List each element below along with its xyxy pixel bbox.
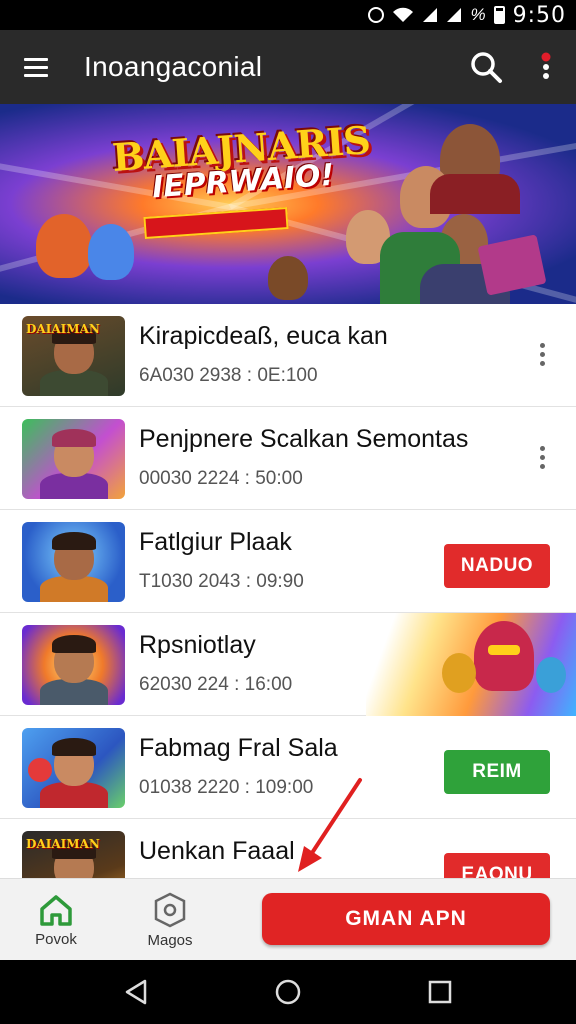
list-item[interactable]: DAIAIMAN Uenkan Faaal EAONU (0, 819, 576, 878)
search-icon (471, 52, 502, 83)
game-list: DAIAIMAN Kirapicdeaß, euca kan 6A030 293… (0, 304, 576, 878)
battery-percent: % (470, 5, 486, 24)
villain-character (474, 621, 534, 691)
status-bar: % 9:50 (0, 0, 576, 30)
banner-ribbon (143, 207, 289, 239)
game-title: Fabmag Fral Sala (139, 734, 338, 762)
promo-art (366, 613, 576, 716)
bottom-nav: Povok Magos GMAN APN (0, 878, 576, 960)
search-button[interactable] (456, 30, 516, 104)
game-title: Penjpnere Scalkan Semontas (139, 425, 469, 453)
system-nav-bar (0, 960, 576, 1024)
menu-icon (24, 57, 48, 61)
promo-banner[interactable]: BAIAJNARIS IEPRWAIO! (0, 104, 576, 304)
alarm-icon (368, 7, 385, 23)
mascot-character (536, 657, 566, 693)
menu-button[interactable] (0, 30, 72, 104)
overflow-menu-button[interactable] (516, 30, 576, 104)
recents-icon (428, 980, 452, 1004)
app-title: Inoangaconial (84, 51, 263, 82)
game-title: Uenkan Faaal (139, 837, 295, 865)
wifi-icon (393, 7, 414, 22)
back-button[interactable] (120, 976, 152, 1008)
item-more-button[interactable] (530, 334, 554, 374)
primary-cta-button[interactable]: GMAN APN (262, 893, 550, 945)
game-meta: 6A030 2938 : 0E:100 (139, 365, 318, 386)
nav-label: Magos (147, 931, 193, 949)
home-button[interactable] (272, 976, 304, 1008)
more-vert-icon (539, 445, 545, 451)
item-action-button[interactable]: REIM (444, 750, 550, 794)
game-thumbnail (22, 419, 125, 499)
game-title: Kirapicdeaß, euca kan (139, 322, 388, 350)
game-thumbnail: DAIAIMAN (22, 831, 125, 878)
game-thumbnail (22, 625, 125, 705)
hero-jacket (430, 174, 520, 214)
signal-icon (447, 8, 462, 22)
game-meta: 62030 224 : 16:00 (139, 674, 293, 695)
item-action-button[interactable]: EAONU (444, 853, 550, 878)
shield-icon (154, 892, 186, 927)
mascot-creature (268, 256, 308, 300)
ball-icon (28, 758, 52, 782)
signal-icon (423, 8, 438, 22)
game-title: Fatlgiur Plaak (139, 528, 292, 556)
mascot-character (442, 653, 476, 693)
game-meta: T1030 2043 : 09:90 (139, 571, 304, 592)
list-item[interactable]: DAIAIMAN Kirapicdeaß, euca kan 6A030 293… (0, 304, 576, 407)
nav-item-magos[interactable]: Magos (122, 879, 218, 961)
back-icon (125, 979, 147, 1005)
home-circle-icon (275, 979, 301, 1005)
screen: % 9:50 Inoangaconial BAIAJNARIS IEPRWAIO… (0, 0, 576, 1024)
game-title: Rpsniotlay (139, 631, 256, 659)
list-item[interactable]: Rpsniotlay 62030 224 : 16:00 (0, 613, 576, 716)
home-icon (40, 894, 72, 926)
list-item[interactable]: Penjpnere Scalkan Semontas 00030 2224 : … (0, 407, 576, 510)
list-item[interactable]: Fatlgiur Plaak T1030 2043 : 09:90 NADUO (0, 510, 576, 613)
game-thumbnail (22, 728, 125, 808)
mascot-fox (36, 214, 92, 278)
nav-label: Povok (35, 930, 77, 948)
more-vert-icon (541, 52, 551, 79)
more-vert-icon (539, 342, 545, 348)
battery-icon (493, 6, 505, 24)
game-thumbnail: DAIAIMAN (22, 316, 125, 396)
game-meta: 00030 2224 : 50:00 (139, 468, 303, 489)
game-thumbnail (22, 522, 125, 602)
mascot-bird (88, 224, 134, 280)
item-more-button[interactable] (530, 437, 554, 477)
recents-button[interactable] (424, 976, 456, 1008)
thumbnail-logo: DAIAIMAN (26, 322, 100, 336)
clock: 9:50 (512, 2, 566, 28)
thumbnail-logo: DAIAIMAN (26, 837, 100, 851)
list-item[interactable]: Fabmag Fral Sala 01038 2220 : 109:00 REI… (0, 716, 576, 819)
app-bar: Inoangaconial (0, 30, 576, 104)
nav-item-home[interactable]: Povok (8, 879, 104, 961)
game-meta: 01038 2220 : 109:00 (139, 777, 314, 798)
item-action-button[interactable]: NADUO (444, 544, 550, 588)
